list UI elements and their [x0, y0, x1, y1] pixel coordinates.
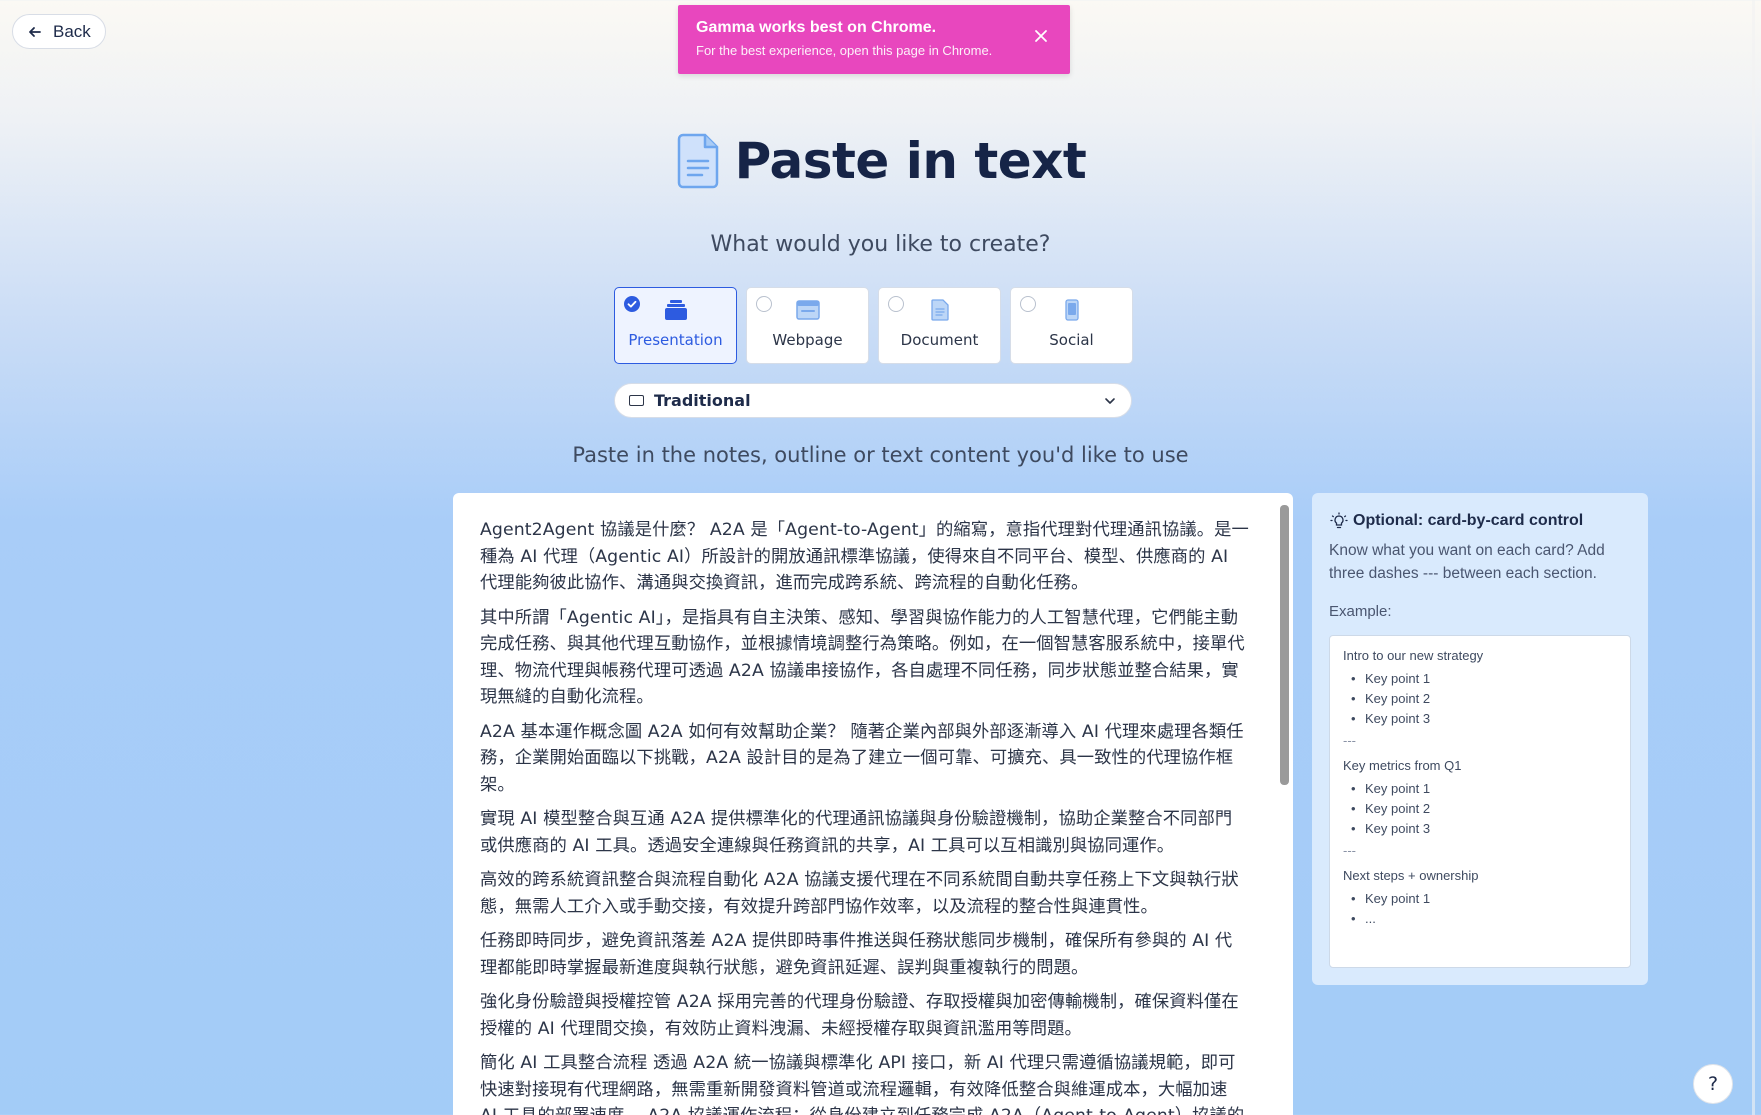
type-label: Presentation	[628, 331, 723, 349]
chevron-down-icon	[1105, 397, 1115, 404]
editor-paragraph: 任務即時同步，避免資訊落差 A2A 提供即時事件推送與任務狀態同步機制，確保所有…	[480, 931, 1233, 978]
lightbulb-icon	[1330, 512, 1348, 529]
list-item: Key point 1	[1351, 889, 1617, 909]
document-icon	[677, 133, 718, 189]
format-dropdown[interactable]: Traditional	[614, 383, 1132, 418]
page-title: Paste in text	[734, 132, 1087, 190]
check-icon	[624, 296, 640, 312]
type-document-card[interactable]: Document	[878, 287, 1001, 364]
browser-window-icon	[795, 300, 820, 320]
section-separator: ---	[1343, 843, 1356, 858]
panel-header: Optional: card-by-card control	[1329, 511, 1631, 531]
list-item: Key point 3	[1351, 709, 1617, 729]
close-icon[interactable]	[1032, 27, 1050, 45]
radio-unchecked-icon	[888, 296, 904, 312]
radio-unchecked-icon	[1020, 296, 1036, 312]
browser-warning-banner: Gamma works best on Chrome. For the best…	[678, 5, 1070, 74]
help-button[interactable]: ?	[1693, 1064, 1733, 1104]
list-item: ...	[1351, 909, 1617, 929]
panel-description: Know what you want on each card? Add thr…	[1329, 542, 1605, 582]
example-section-title: Next steps + ownership	[1343, 868, 1479, 883]
example-section-title: Intro to our new strategy	[1343, 648, 1484, 663]
type-label: Document	[900, 331, 979, 349]
list-item: Key point 1	[1351, 779, 1617, 799]
paste-instructions: Paste in the notes, outline or text cont…	[572, 443, 1189, 467]
document-icon	[930, 299, 949, 321]
back-label: Back	[53, 21, 91, 41]
type-webpage-card[interactable]: Webpage	[746, 287, 869, 364]
editor-paragraph: Agent2Agent 協議是什麼？ A2A 是「Agent-to-Agent」…	[480, 520, 1249, 593]
list-item: Key point 3	[1351, 819, 1617, 839]
banner-subtitle: For the best experience, open this page …	[696, 43, 993, 58]
example-box: Intro to our new strategy Key point 1 Ke…	[1329, 635, 1631, 968]
section-separator: ---	[1343, 733, 1356, 748]
text-input-area[interactable]: Agent2Agent 協議是什麼？ A2A 是「Agent-to-Agent」…	[453, 493, 1293, 1115]
editor-paragraph: A2A 基本運作概念圖 A2A 如何有效幫助企業？ 隨著企業內部與外部逐漸導入 …	[480, 721, 1244, 795]
list-item: Key point 1	[1351, 669, 1617, 689]
example-list: Key point 1 Key point 2 Key point 3	[1351, 779, 1617, 839]
back-button[interactable]: Back	[12, 14, 106, 49]
phone-icon	[1064, 299, 1079, 321]
type-presentation-card[interactable]: Presentation	[614, 287, 737, 364]
presentation-stack-icon	[664, 300, 687, 320]
radio-unchecked-icon	[756, 296, 772, 312]
format-selected-value: Traditional	[654, 391, 751, 410]
editor-paragraph: 高效的跨系統資訊整合與流程自動化 A2A 協議支援代理在不同系統間自動共享任務上…	[480, 870, 1239, 917]
help-label: ?	[1707, 1073, 1719, 1095]
editor-paragraph: 實現 AI 模型整合與互通 A2A 提供標準化的代理通訊協議與身份驗證機制，協助…	[480, 809, 1233, 856]
editor-paragraph: 強化身份驗證與授權控管 A2A 採用完善的代理身份驗證、存取授權與加密傳輸機制，…	[480, 992, 1239, 1039]
slide-format-icon	[629, 395, 644, 406]
editor-paragraph: 簡化 AI 工具整合流程 透過 A2A 統一協議與標準化 API 接口，新 AI…	[480, 1053, 1244, 1115]
card-control-panel: Optional: card-by-card control Know what…	[1312, 493, 1648, 985]
page-header: Paste in text	[0, 132, 1761, 190]
editor-scrollbar[interactable]	[1280, 505, 1289, 785]
example-label: Example:	[1329, 603, 1392, 620]
list-item: Key point 2	[1351, 799, 1617, 819]
example-list: Key point 1 ...	[1351, 889, 1617, 929]
content-type-selector: Presentation Webpage Document Social	[614, 287, 1133, 364]
arrow-left-icon	[29, 26, 41, 37]
type-label: Webpage	[772, 331, 843, 349]
example-section-title: Key metrics from Q1	[1343, 758, 1462, 773]
example-list: Key point 1 Key point 2 Key point 3	[1351, 669, 1617, 729]
type-label: Social	[1049, 331, 1094, 349]
type-social-card[interactable]: Social	[1010, 287, 1133, 364]
create-question: What would you like to create?	[710, 232, 1051, 257]
editor-paragraph: 其中所謂「Agentic AI」，是指具有自主決策、感知、學習與協作能力的人工智…	[480, 607, 1245, 708]
list-item: Key point 2	[1351, 689, 1617, 709]
banner-title: Gamma works best on Chrome.	[696, 19, 937, 36]
panel-title: Optional: card-by-card control	[1353, 512, 1584, 529]
